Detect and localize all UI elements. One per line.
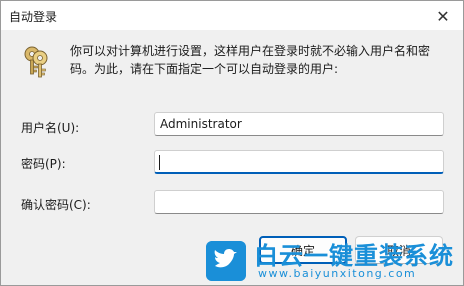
confirm-password-field[interactable] [154,190,444,214]
username-label: 用户名(U): [21,121,80,135]
window-title: 自动登录 [9,10,58,24]
confirm-password-label: 确认密码(C): [21,198,91,212]
watermark-title: 白云一键重装系统 [254,242,454,270]
keys-icon [24,46,48,78]
instructions-text: 你可以对计算机进行设置，这样用户在登录时就不必输入用户名和密码。为此，请在下面指… [70,44,431,76]
bird-icon [206,241,246,281]
watermark: 白云一键重装系统 www.baiyunxitong.com [206,238,463,284]
autologon-dialog: 自动登录 ✕ 你可以对计算机进行设置，这样用户在登录时就不必输入用户名和密码。为… [0,0,464,286]
password-label: 密码(P): [21,157,66,171]
close-icon: ✕ [436,6,450,26]
close-button[interactable]: ✕ [423,1,463,31]
title-bar: 自动登录 ✕ [1,0,463,31]
watermark-url: www.baiyunxitong.com [258,267,417,280]
username-field[interactable] [154,112,444,136]
password-field[interactable] [154,150,444,174]
text-caret [159,155,160,170]
